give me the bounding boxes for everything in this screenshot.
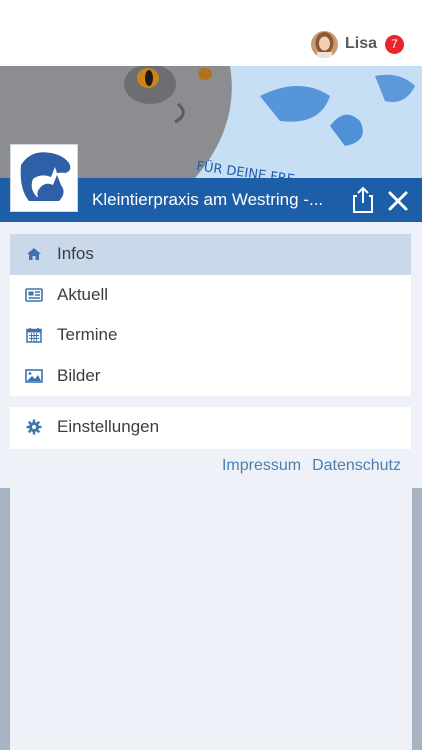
overlay-edge-right (412, 488, 422, 750)
practice-logo (10, 144, 78, 212)
top-bar: Lisa 7 (0, 0, 422, 66)
share-button[interactable] (350, 186, 376, 214)
image-icon (25, 367, 43, 385)
menu-item-einstellungen[interactable]: Einstellungen (10, 407, 411, 448)
content-background (0, 488, 422, 750)
close-button[interactable] (385, 188, 411, 214)
settings-menu: Einstellungen (10, 407, 411, 449)
menu-item-label: Aktuell (57, 284, 109, 304)
impressum-link[interactable]: Impressum (222, 457, 301, 475)
newspaper-icon (25, 286, 43, 304)
overlay-edge-left (0, 488, 10, 750)
user-menu[interactable]: Lisa 7 (310, 30, 404, 58)
notification-badge[interactable]: 7 (385, 34, 404, 54)
menu-item-label: Infos (57, 244, 94, 264)
menu-item-label: Einstellungen (57, 417, 160, 437)
share-icon (353, 186, 373, 213)
calendar-icon (25, 326, 43, 344)
menu-item-label: Termine (57, 325, 118, 345)
datenschutz-link[interactable]: Datenschutz (312, 457, 401, 475)
main-menu: Infos Aktuell Termine Bilder (10, 234, 411, 396)
menu-item-termine[interactable]: Termine (10, 315, 411, 356)
menu-item-aktuell[interactable]: Aktuell (10, 275, 411, 316)
user-name[interactable]: Lisa (345, 35, 377, 53)
menu-item-bilder[interactable]: Bilder (10, 356, 411, 397)
close-icon (388, 191, 408, 211)
home-icon (25, 245, 43, 263)
gear-icon (25, 418, 43, 436)
page-title: Kleintierpraxis am Westring -... (92, 190, 324, 209)
footer-links: Impressum Datenschutz (222, 457, 401, 475)
menu-item-infos[interactable]: Infos (10, 234, 411, 275)
menu-item-label: Bilder (57, 365, 101, 385)
avatar[interactable] (310, 30, 338, 58)
